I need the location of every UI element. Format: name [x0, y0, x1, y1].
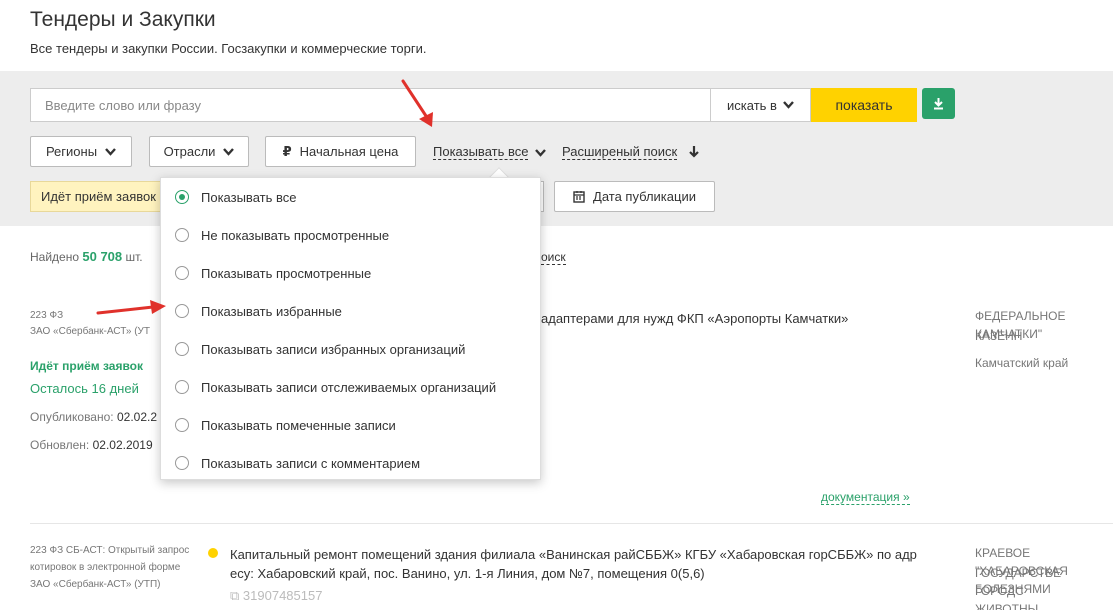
found-suffix: шт.: [125, 250, 143, 264]
results-count: Найдено 50 708 шт.: [30, 249, 143, 264]
results-divider: [30, 523, 1113, 524]
industries-filter-button[interactable]: Отрасли: [149, 136, 249, 167]
found-count: 50 708: [82, 249, 123, 264]
option-label: Показывать записи с комментарием: [201, 455, 421, 471]
result-updated: Обновлен: 02.02.2019: [30, 438, 153, 452]
option-label: Показывать записи избранных организаций: [201, 341, 466, 357]
show-all-dropdown-toggle[interactable]: Показывать все: [433, 144, 529, 160]
chevron-down-icon: [783, 101, 794, 109]
regions-label: Регионы: [45, 144, 98, 159]
result-title[interactable]: есу: Хабаровский край, пос. Ванино, ул. …: [230, 564, 705, 584]
radio-icon: [175, 342, 189, 356]
result-law: котировок в электронной форме: [30, 562, 181, 573]
page-subtitle: Все тендеры и закупки России. Госзакупки…: [30, 41, 427, 56]
dropdown-option-show-favorites[interactable]: Показывать избранные: [175, 301, 342, 321]
radio-icon: [175, 456, 189, 470]
dropdown-option-show-viewed[interactable]: Показывать просмотренные: [175, 263, 371, 283]
show-button[interactable]: показать: [811, 88, 917, 122]
result-region: Камчатский край: [975, 356, 1069, 370]
search-in-dropdown[interactable]: искать в: [710, 88, 811, 122]
published-date: 02.02.2: [116, 410, 158, 424]
radio-icon: [175, 380, 189, 394]
dropdown-option-marked[interactable]: Показывать помеченные записи: [175, 415, 396, 435]
option-label: Показывать записи отслеживаемых организа…: [201, 379, 497, 395]
search-input[interactable]: [30, 88, 711, 122]
start-price-label: Начальная цена: [299, 144, 399, 159]
ruble-icon: ₽: [282, 143, 292, 159]
option-label: Показывать просмотренные: [201, 265, 372, 281]
start-price-filter-button[interactable]: ₽ Начальная цена: [265, 136, 416, 167]
status-dot: [208, 548, 218, 558]
documentation-link[interactable]: документация »: [821, 490, 910, 505]
found-prefix: Найдено: [30, 250, 80, 264]
advanced-search-link[interactable]: Расширеный поиск: [562, 144, 678, 160]
chevron-down-icon: [223, 147, 235, 156]
calendar-icon: [573, 191, 585, 203]
radio-icon: [175, 304, 189, 318]
dropdown-option-tracked-orgs[interactable]: Показывать записи отслеживаемых организа…: [175, 377, 496, 397]
result-title[interactable]: Капитальный ремонт помещений здания фили…: [230, 545, 917, 565]
registry-number[interactable]: ⧉ 31907485157: [230, 588, 322, 604]
updated-date: 02.02.2019: [92, 438, 153, 452]
option-label: Показывать помеченные записи: [201, 417, 396, 433]
save-search-link[interactable]: оиск: [541, 251, 566, 265]
result-status: Идёт приём заявок: [30, 359, 144, 373]
dropdown-option-show-all[interactable]: Показывать все: [175, 187, 296, 207]
external-link-icon: ⧉: [230, 588, 240, 603]
result-platform: ЗАО «Сбербанк-АСТ» (УТ: [30, 326, 150, 337]
radio-icon: [175, 418, 189, 432]
option-label: Не показывать просмотренные: [201, 227, 390, 243]
result-remaining: Осталось 16 дней: [30, 381, 139, 396]
annotation-arrow-icon: [96, 300, 166, 315]
published-label: Опубликовано:: [30, 410, 114, 424]
publication-date-label: Дата публикации: [593, 189, 696, 204]
dropdown-option-with-comment[interactable]: Показывать записи с комментарием: [175, 453, 420, 473]
dropdown-option-hide-viewed[interactable]: Не показывать просмотренные: [175, 225, 389, 245]
result-org-line[interactable]: КАМЧАТКИ": [975, 324, 1042, 344]
regions-filter-button[interactable]: Регионы: [30, 136, 132, 167]
status-filter-chip[interactable]: Идёт приём заявок: [30, 181, 170, 212]
result-org-line[interactable]: БОЛЕЗНЯМИ ЖИВОТНЫ: [975, 579, 1113, 610]
page-title: Тендеры и Закупки: [30, 8, 216, 31]
dropdown-option-favorite-orgs[interactable]: Показывать записи избранных организаций: [175, 339, 465, 359]
page-header: Тендеры и Закупки Все тендеры и закупки …: [0, 0, 1113, 71]
registry-number-value: 31907485157: [242, 588, 323, 603]
radio-selected-icon: [175, 190, 189, 204]
download-icon: [934, 98, 943, 110]
double-chevron-down-icon: »: [902, 490, 910, 504]
result-law: 223 ФЗ СБ-АСТ: Открытый запрос: [30, 545, 190, 556]
industries-label: Отрасли: [163, 144, 216, 159]
updated-label: Обновлен:: [30, 438, 90, 452]
option-label: Показывать все: [201, 189, 297, 205]
download-button[interactable]: [922, 88, 955, 119]
radio-icon: [175, 228, 189, 242]
show-filter-dropdown: Показывать все Не показывать просмотренн…: [160, 177, 541, 480]
search-in-label: искать в: [727, 97, 777, 113]
documentation-label: документация: [821, 490, 900, 504]
result-platform: ЗАО «Сбербанк-АСТ» (УТП): [30, 579, 161, 590]
radio-icon: [175, 266, 189, 280]
publication-date-button[interactable]: Дата публикации: [554, 181, 715, 212]
result-law: 223 ФЗ: [30, 310, 64, 321]
result-published: Опубликовано: 02.02.2: [30, 410, 157, 424]
option-label: Показывать избранные: [201, 303, 342, 319]
result-title[interactable]: адаптерами для нужд ФКП «Аэропорты Камча…: [541, 309, 848, 329]
chevron-down-icon: [105, 147, 116, 156]
